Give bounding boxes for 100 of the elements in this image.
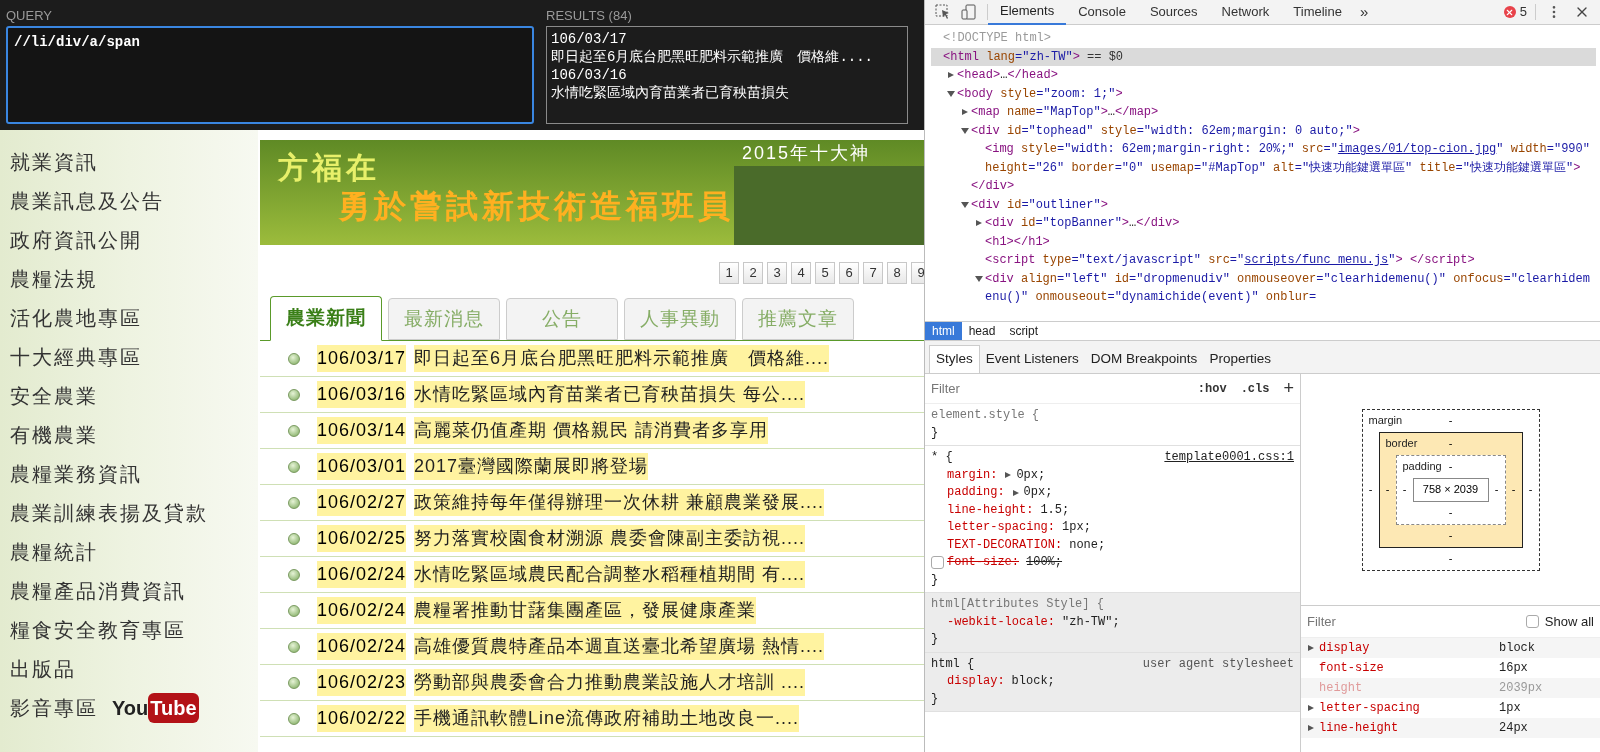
news-link[interactable]: 努力落實校園食材溯源 農委會陳副主委訪視.... [414, 525, 806, 552]
show-all-checkbox[interactable] [1525, 615, 1539, 628]
sidebar-tab[interactable]: Styles [929, 345, 980, 373]
breadcrumb-item[interactable]: script [1002, 322, 1046, 340]
property-value[interactable]: block; [1011, 673, 1055, 691]
sidebar-tab[interactable]: Properties [1203, 345, 1277, 373]
breadcrumb-item[interactable]: html [925, 322, 962, 340]
devtools-tab[interactable]: Network [1209, 0, 1282, 25]
dom-node-line[interactable]: <h1></h1> [985, 232, 1050, 251]
sidebar-link[interactable]: 糧食安全教育專區 [10, 614, 186, 645]
sidebar-link[interactable]: 農糧業務資訊 [10, 458, 142, 489]
news-link[interactable]: 高麗菜仍值產期 價格親民 請消費者多享用 [414, 417, 769, 444]
class-button[interactable]: .cls [1240, 379, 1270, 398]
sidebar-link[interactable]: 就業資訊 [10, 146, 98, 177]
file-link[interactable]: images/01/top-cion.jpg [1337, 142, 1497, 156]
computed-property-name[interactable]: font-size [1319, 659, 1499, 677]
device-icon[interactable] [961, 4, 977, 20]
devtools-tab[interactable]: Sources [1137, 0, 1210, 25]
dom-node-line[interactable]: </div> [971, 177, 1015, 196]
sidebar-link[interactable]: 十大經典專區 [10, 341, 142, 372]
property-name[interactable]: font-size: [947, 554, 1019, 572]
collapse-triangle-icon[interactable] [947, 89, 955, 98]
sidebar-link[interactable]: 農糧統計 [10, 536, 98, 567]
dom-node-line[interactable]: <div id="tophead" style="width: 62em;margin: 0 auto;"> [971, 121, 1360, 140]
dom-node-line[interactable]: <div align="left" id="dropmenudiv" onmouseover="clearhidemenu()" onfocus="clearhidemenu()" onmouseout="dynamichide(event)" onblur= [985, 269, 1596, 307]
sidebar-tab[interactable]: DOM Breakpoints [1084, 345, 1204, 373]
property-value[interactable]: none; [1069, 536, 1106, 554]
news-link[interactable]: 政策維持每年僅得辦理一次休耕 兼顧農業發展.... [414, 489, 825, 516]
news-link[interactable]: 水情吃緊區域內育苗業者已育秧苗損失 每公.... [414, 381, 806, 408]
collapse-triangle-icon[interactable] [961, 126, 969, 135]
expand-triangle-icon[interactable] [1307, 724, 1315, 732]
page-button[interactable]: 8 [887, 262, 907, 284]
devtools-tab[interactable]: Console [1066, 0, 1138, 25]
page-button[interactable]: 2 [743, 262, 763, 284]
news-link[interactable]: 2017臺灣國際蘭展即將登場 [414, 453, 649, 480]
dom-node-line[interactable]: <div id="topBanner">…</div> [985, 214, 1180, 233]
property-value[interactable]: 1.5; [1040, 501, 1070, 519]
sidebar-link[interactable]: 農業訓練表揚及貸款 [10, 497, 208, 528]
breadcrumb-item[interactable]: head [961, 322, 1003, 340]
inspect-icon[interactable] [935, 4, 951, 20]
news-tab[interactable]: 農業新聞 [270, 296, 382, 341]
error-count[interactable]: 5 [1519, 2, 1527, 22]
news-link[interactable]: 勞動部與農委會合力推動農業設施人才培訓 .... [414, 669, 806, 696]
page-button[interactable]: 7 [863, 262, 883, 284]
dom-node-line[interactable]: <script type="text/javascript" src="scripts/func_menu.js"> </script> [985, 251, 1475, 270]
sidebar-link[interactable]: 農糧產品消費資訊 [10, 575, 186, 606]
news-link[interactable]: 農糧署推動甘藷集團產區，發展健康產業 [414, 597, 757, 624]
property-name[interactable]: padding: [947, 484, 1005, 502]
collapse-triangle-icon[interactable] [961, 200, 969, 209]
dom-node-line[interactable]: <body style="zoom: 1;"> [957, 84, 1123, 103]
sidebar-link[interactable]: 影音專區 [10, 692, 98, 723]
collapse-triangle-icon[interactable] [975, 274, 983, 283]
property-value[interactable]: "zh-TW"; [1062, 613, 1120, 631]
property-name[interactable]: display: [947, 673, 1005, 691]
sidebar-link[interactable]: 活化農地專區 [10, 302, 142, 333]
page-button[interactable]: 6 [839, 262, 859, 284]
computed-filter-field[interactable]: Filter [1307, 611, 1520, 632]
page-button[interactable]: 3 [767, 262, 787, 284]
dom-node-line[interactable]: <img style="width: 62em;margin-right: 20%;" src="images/01/top-cion.jpg" width="990" height="26" border="0" usemap="#MapTop" alt="快速功能鍵選單區" title="快速功能鍵選單區"> [985, 140, 1596, 177]
new-rule-button[interactable]: + [1283, 375, 1294, 402]
computed-property-name[interactable]: letter-spacing [1319, 699, 1499, 717]
property-name[interactable]: line-height: [947, 501, 1034, 519]
property-name[interactable]: letter-spacing: [947, 519, 1056, 537]
dom-node-line[interactable]: <div id="outliner"> [971, 195, 1108, 214]
hover-state-button[interactable]: :hov [1197, 379, 1227, 398]
expand-triangle-icon[interactable] [961, 108, 969, 116]
file-link[interactable]: scripts/func_menu.js [1244, 253, 1389, 267]
property-value[interactable]: 0px; [1016, 466, 1046, 484]
news-link[interactable]: 高雄優質農特產品本週直送臺北希望廣場 熱情.... [414, 633, 825, 660]
query-field[interactable]: //li/div/a/span [6, 26, 534, 124]
sidebar-link[interactable]: 安全農業 [10, 380, 98, 411]
expand-triangle-icon[interactable] [1307, 704, 1315, 712]
expand-triangle-icon[interactable] [975, 219, 983, 227]
news-link[interactable]: 即日起至6月底台肥黑旺肥料示範推廣 價格維.... [414, 345, 830, 372]
computed-property-name[interactable]: line-height [1319, 719, 1499, 737]
property-name[interactable]: -webkit-locale: [947, 613, 1056, 631]
page-button[interactable]: 1 [719, 262, 739, 284]
news-link[interactable]: 水情吃緊區域農民配合調整水稻種植期間 有.... [414, 561, 806, 588]
sidebar-link[interactable]: 農業訊息及公告 [10, 185, 164, 216]
page-button[interactable]: 5 [815, 262, 835, 284]
styles-filter-field[interactable]: Filter [931, 378, 1184, 399]
page-button[interactable]: 4 [791, 262, 811, 284]
expand-triangle-icon[interactable] [947, 71, 955, 79]
sidebar-link[interactable]: 出版品 [10, 653, 76, 684]
page-button[interactable]: 9 [911, 262, 924, 284]
sidebar-link[interactable]: 農糧法規 [10, 263, 98, 294]
property-value[interactable]: 100%; [1026, 554, 1063, 572]
devtools-tab[interactable]: Elements [988, 0, 1067, 25]
error-icon[interactable] [1503, 6, 1516, 18]
property-value[interactable]: 0px; [1023, 484, 1053, 502]
sidebar-link[interactable]: 政府資訊公開 [10, 224, 142, 255]
property-name[interactable]: TEXT-DECORATION: [947, 536, 1063, 554]
expand-triangle-icon[interactable] [1307, 644, 1315, 652]
property-value[interactable]: 1px; [1062, 519, 1091, 537]
sidebar-link[interactable]: 有機農業 [10, 419, 98, 450]
more-tabs-button[interactable]: » [1353, 0, 1375, 24]
source-link[interactable]: template0001.css:1 [1164, 449, 1294, 467]
property-checkbox[interactable] [931, 556, 944, 570]
devtools-tab[interactable]: Timeline [1281, 0, 1354, 25]
news-link[interactable]: 手機通訊軟體Line流傳政府補助土地改良一.... [414, 705, 800, 732]
